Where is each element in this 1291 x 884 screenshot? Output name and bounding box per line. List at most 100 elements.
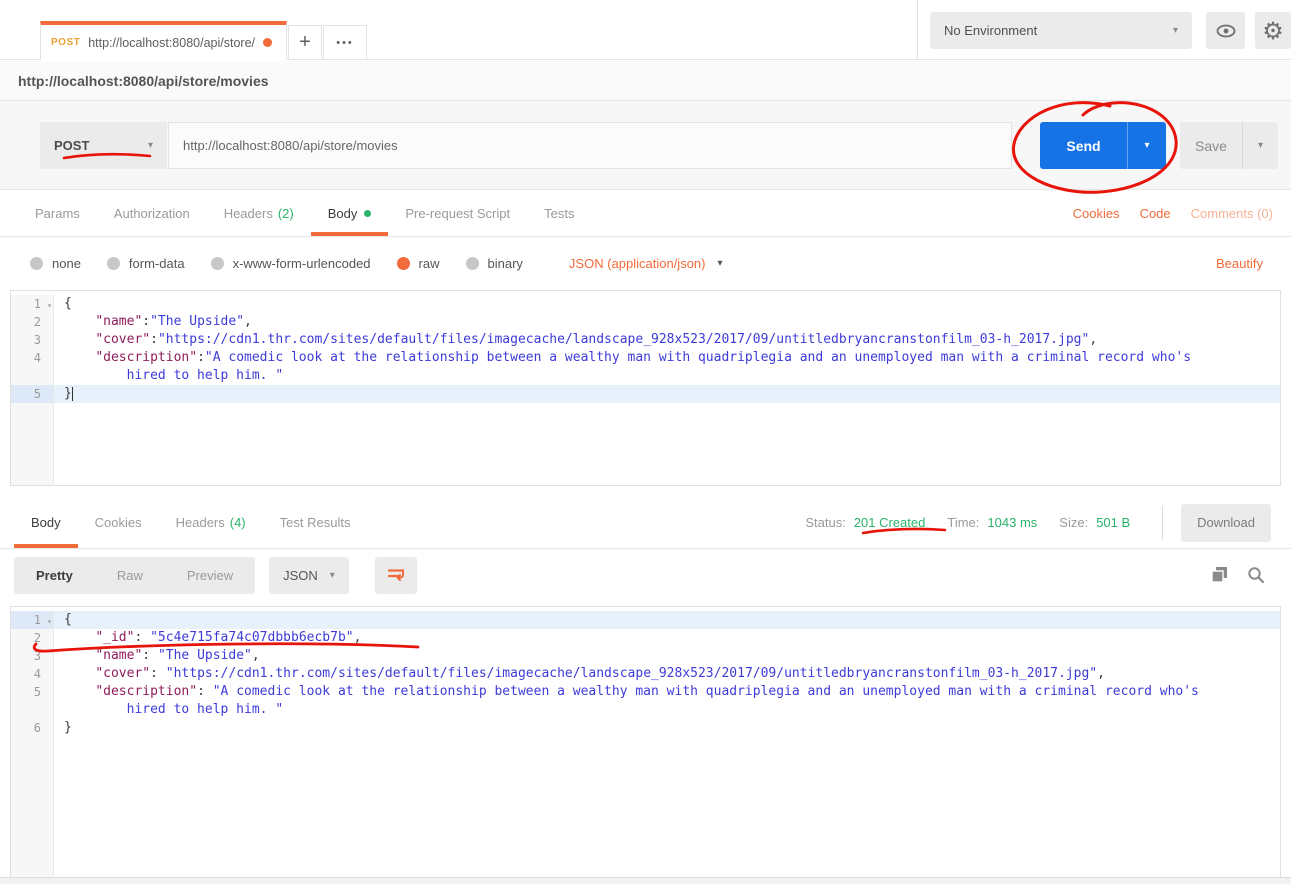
code-line[interactable]: 6} — [11, 719, 1280, 737]
code-line[interactable]: 4 "description":"A comedic look at the r… — [11, 349, 1280, 385]
line-number: 2 — [11, 313, 54, 331]
comments-link[interactable]: Comments (0) — [1191, 206, 1273, 221]
save-button[interactable]: Save — [1180, 122, 1242, 169]
url-input-value: http://localhost:8080/api/store/movies — [183, 138, 398, 153]
tab-params[interactable]: Params — [18, 190, 97, 236]
wrap-lines-button[interactable] — [375, 557, 417, 594]
text-cursor — [72, 387, 73, 401]
code-line[interactable]: 3 "cover":"https://cdn1.thr.com/sites/de… — [11, 331, 1280, 349]
response-tab-body[interactable]: Body — [14, 497, 78, 548]
response-body-editor[interactable]: 1▾{2 "_id": "5c4e715fa74c07dbbb6ecb7b",3… — [10, 606, 1281, 878]
tab-overflow-button[interactable]: ••• — [323, 25, 367, 60]
chevron-down-icon: ▾ — [148, 140, 153, 151]
response-tab-cookies[interactable]: Cookies — [78, 497, 159, 548]
tab-body[interactable]: Body — [311, 190, 389, 236]
request-title-row: http://localhost:8080/api/store/movies — [0, 61, 1291, 101]
code-line[interactable]: 5 "description": "A comedic look at the … — [11, 683, 1280, 719]
send-button[interactable]: Send — [1040, 122, 1127, 169]
code-link[interactable]: Code — [1140, 206, 1171, 221]
body-mode-form-data-label: form-data — [129, 256, 185, 271]
time-label: Time: — [947, 515, 979, 530]
tab-authorization[interactable]: Authorization — [97, 190, 207, 236]
code-line[interactable]: 2 "name":"The Upside", — [11, 313, 1280, 331]
request-body-editor[interactable]: 1▾{2 "name":"The Upside",3 "cover":"http… — [10, 290, 1281, 486]
view-pretty-button[interactable]: Pretty — [14, 568, 95, 583]
tab-tests[interactable]: Tests — [527, 190, 591, 236]
line-number: 4 — [11, 665, 54, 683]
code-line[interactable]: 4 "cover": "https://cdn1.thr.com/sites/d… — [11, 665, 1280, 683]
body-mode-urlencoded[interactable]: x-www-form-urlencoded — [211, 256, 371, 271]
response-format-label: JSON — [283, 568, 318, 583]
send-options-button[interactable]: ▾ — [1127, 122, 1166, 169]
body-mode-binary[interactable]: binary — [466, 256, 523, 271]
body-mode-binary-label: binary — [488, 256, 523, 271]
chevron-down-icon: ▾ — [1173, 25, 1178, 36]
request-tabs-row: Params Authorization Headers (2) Body Pr… — [0, 190, 1291, 237]
gutter-filler — [11, 737, 54, 877]
body-mode-none[interactable]: none — [30, 256, 81, 271]
response-status-group: Status: 201 Created Time: 1043 ms Size: … — [805, 497, 1291, 548]
settings-button[interactable]: ⚙ — [1255, 12, 1291, 49]
copy-icon[interactable] — [1211, 566, 1229, 584]
download-button[interactable]: Download — [1181, 504, 1271, 542]
response-headers-label: Headers — [176, 515, 225, 530]
save-options-button[interactable]: ▾ — [1242, 122, 1278, 169]
beautify-link[interactable]: Beautify — [1216, 256, 1291, 271]
radio-selected-icon — [397, 257, 410, 270]
request-tab[interactable]: POST http://localhost:8080/api/store/ — [40, 21, 287, 60]
request-title: http://localhost:8080/api/store/movies — [18, 73, 269, 89]
size-value: 501 B — [1096, 515, 1130, 530]
content-type-selector[interactable]: JSON (application/json) ▾ — [569, 256, 723, 271]
view-raw-button[interactable]: Raw — [95, 568, 165, 583]
body-mode-raw[interactable]: raw — [397, 256, 440, 271]
environment-selected-label: No Environment — [944, 23, 1037, 38]
search-icon[interactable] — [1247, 566, 1265, 584]
radio-icon — [211, 257, 224, 270]
content-type-label: JSON (application/json) — [569, 256, 706, 271]
view-preview-button[interactable]: Preview — [165, 568, 255, 583]
code-line[interactable]: 1▾{ — [11, 295, 1280, 313]
tab-headers-label: Headers — [224, 206, 273, 221]
gear-icon: ⚙ — [1262, 17, 1284, 45]
tab-url-label: http://localhost:8080/api/store/ — [88, 36, 255, 50]
line-number: 1▾ — [11, 295, 54, 313]
body-mode-none-label: none — [52, 256, 81, 271]
horizontal-scrollbar[interactable] — [0, 877, 1291, 884]
response-view-toolbar: Pretty Raw Preview JSON ▾ — [0, 549, 1291, 601]
environment-selector[interactable]: No Environment ▾ — [930, 12, 1192, 49]
code-line[interactable]: 1▾{ — [11, 611, 1280, 629]
code-line[interactable]: 5} — [11, 385, 1280, 403]
time-value: 1043 ms — [987, 515, 1037, 530]
response-format-selector[interactable]: JSON ▾ — [269, 557, 349, 594]
method-selected-label: POST — [54, 138, 89, 153]
body-mode-urlencoded-label: x-www-form-urlencoded — [233, 256, 371, 271]
line-number: 5 — [11, 683, 54, 719]
url-input[interactable]: http://localhost:8080/api/store/movies — [168, 122, 1012, 169]
radio-icon — [466, 257, 479, 270]
tab-method-badge: POST — [51, 37, 80, 48]
line-number: 1▾ — [11, 611, 54, 629]
code-line[interactable]: 3 "name": "The Upside", — [11, 647, 1280, 665]
status-label: Status: — [805, 515, 845, 530]
cookies-link[interactable]: Cookies — [1073, 206, 1120, 221]
tab-headers[interactable]: Headers (2) — [207, 190, 311, 236]
response-tab-headers[interactable]: Headers (4) — [159, 497, 263, 548]
new-tab-button[interactable]: + — [288, 25, 322, 60]
divider — [1162, 506, 1163, 540]
header-bar: POST http://localhost:8080/api/store/ + … — [0, 0, 1291, 60]
radio-icon — [107, 257, 120, 270]
code-line[interactable]: 2 "_id": "5c4e715fa74c07dbbb6ecb7b", — [11, 629, 1280, 647]
body-mode-form-data[interactable]: form-data — [107, 256, 185, 271]
tab-pre-request-script[interactable]: Pre-request Script — [388, 190, 527, 236]
chevron-down-icon: ▾ — [717, 258, 722, 269]
radio-icon — [30, 257, 43, 270]
tab-body-label: Body — [328, 206, 358, 221]
line-number: 5 — [11, 385, 54, 403]
response-tab-test-results[interactable]: Test Results — [263, 497, 368, 548]
wrap-lines-icon — [386, 567, 406, 583]
body-mode-row: none form-data x-www-form-urlencoded raw… — [0, 237, 1291, 289]
size-label: Size: — [1059, 515, 1088, 530]
method-selector[interactable]: POST ▾ — [40, 122, 167, 169]
line-number: 6 — [11, 719, 54, 737]
environment-quick-look-button[interactable] — [1206, 12, 1245, 49]
